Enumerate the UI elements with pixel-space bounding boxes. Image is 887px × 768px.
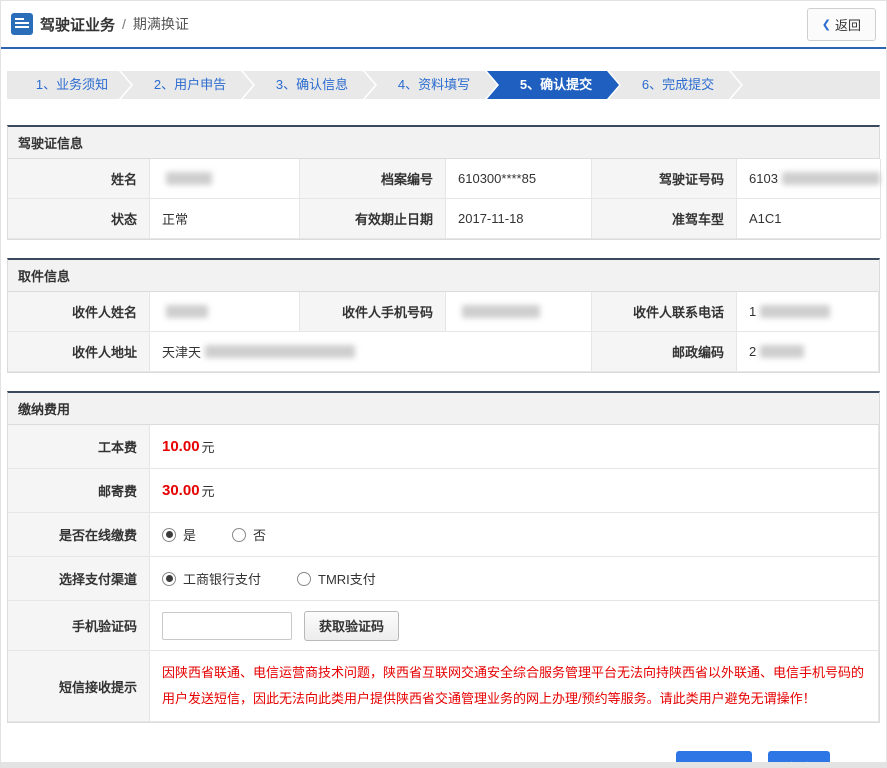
recipient-name-label: 收件人姓名 <box>8 292 150 332</box>
recipient-phone-label: 收件人联系电话 <box>592 292 737 332</box>
file-number-value: 610300****85 <box>446 159 592 199</box>
back-button[interactable]: ❮ 返回 <box>806 7 876 41</box>
radio-label: 工商银行支付 <box>183 572 262 587</box>
sms-code-row: 获取验证码 <box>150 601 879 651</box>
name-label: 姓名 <box>8 159 150 199</box>
sms-tip-label: 短信接收提示 <box>8 651 150 722</box>
radio-channel-icbc[interactable]: 工商银行支付 <box>162 569 261 588</box>
cost-fee-value: 10.00 元 <box>150 425 879 469</box>
page-header: 驾驶证业务 / 期满换证 ❮ 返回 <box>1 1 886 49</box>
online-pay-options: 是 否 <box>150 513 879 557</box>
back-label: 返回 <box>834 17 861 33</box>
radio-channel-tmri[interactable]: TMRI支付 <box>297 569 376 588</box>
file-number-label: 档案编号 <box>300 159 446 199</box>
step-bar-filler <box>731 71 880 99</box>
redacted-value <box>760 345 805 358</box>
sms-code-label: 手机验证码 <box>8 601 150 651</box>
radio-label: 否 <box>253 528 267 543</box>
fees-section: 缴纳费用 工本费 10.00 元 邮寄费 30.00 元 是否在线缴费 是 否 … <box>7 391 880 723</box>
license-table: 姓名 档案编号 610300****85 驾驶证号码 6103 状态 正常 有效… <box>7 159 881 240</box>
step-2-declare[interactable]: 2、用户申告 <box>121 71 253 99</box>
recipient-mobile-label: 收件人手机号码 <box>300 292 446 332</box>
radio-icon <box>297 571 312 586</box>
get-sms-code-button[interactable]: 获取验证码 <box>304 610 400 641</box>
status-value: 正常 <box>150 199 300 239</box>
breadcrumb-separator: / <box>122 16 126 32</box>
sms-tip-text: 因陕西省联通、电信运营商技术问题，陕西省互联网交通安全综合服务管理平台无法向持陕… <box>150 651 879 722</box>
recipient-mobile-value <box>446 292 592 332</box>
back-arrow-icon: ❮ <box>821 18 831 31</box>
fees-section-title: 缴纳费用 <box>7 391 880 425</box>
step-6-done[interactable]: 6、完成提交 <box>609 71 741 99</box>
redacted-value <box>166 172 212 185</box>
recipient-phone-value: 1 <box>737 292 879 332</box>
postage-fee-value: 30.00 元 <box>150 469 879 513</box>
vehicle-class-value: A1C1 <box>737 199 881 239</box>
name-value <box>150 159 300 199</box>
radio-online-yes[interactable]: 是 <box>162 525 196 544</box>
radio-label: 是 <box>183 528 197 543</box>
redacted-value <box>781 172 880 185</box>
vehicle-class-label: 准驾车型 <box>592 199 737 239</box>
license-info-section: 驾驶证信息 姓名 档案编号 610300****85 驾驶证号码 6103 状态… <box>7 125 881 240</box>
zip-code-label: 邮政编码 <box>592 332 737 372</box>
pay-channel-options: 工商银行支付 TMRI支付 <box>150 557 879 601</box>
radio-icon <box>162 571 176 586</box>
breadcrumb-business: 驾驶证业务 <box>40 16 116 34</box>
redacted-value <box>462 305 540 318</box>
license-number-value: 6103 <box>737 159 881 199</box>
breadcrumb: 驾驶证业务 / 期满换证 <box>11 13 189 35</box>
zip-code-value: 2 <box>737 332 879 372</box>
redacted-value <box>166 305 208 318</box>
recipient-name-value <box>150 292 300 332</box>
step-3-confirm-info[interactable]: 3、确认信息 <box>243 71 375 99</box>
breadcrumb-page: 期满换证 <box>132 16 189 32</box>
radio-online-no[interactable]: 否 <box>232 525 266 544</box>
radio-icon <box>162 527 176 542</box>
sms-code-input[interactable] <box>162 611 292 640</box>
redacted-value <box>760 305 831 318</box>
status-label: 状态 <box>8 199 150 239</box>
pickup-section-title: 取件信息 <box>7 258 880 292</box>
recipient-address-label: 收件人地址 <box>8 332 150 372</box>
redacted-value <box>205 345 356 358</box>
online-pay-label: 是否在线缴费 <box>8 513 150 557</box>
cost-fee-label: 工本费 <box>8 425 150 469</box>
business-doc-icon <box>11 13 33 35</box>
step-4-fill-data[interactable]: 4、资料填写 <box>365 71 497 99</box>
recipient-address-value: 天津天 <box>150 332 592 372</box>
page: 驾驶证业务 / 期满换证 ❮ 返回 1、业务须知 2、用户申告 3、确认信息 4… <box>0 0 887 768</box>
radio-label: TMRI支付 <box>318 572 376 587</box>
radio-icon <box>232 527 247 542</box>
license-section-title: 驾驶证信息 <box>7 125 880 159</box>
pay-channel-label: 选择支付渠道 <box>8 557 150 601</box>
bottom-divider <box>1 762 886 767</box>
license-number-label: 驾驶证号码 <box>592 159 737 199</box>
expiry-date-value: 2017-11-18 <box>446 199 592 239</box>
pickup-info-section: 取件信息 收件人姓名 收件人手机号码 收件人联系电话 1 收件人地址 天津天 邮… <box>7 258 880 373</box>
expiry-date-label: 有效期止日期 <box>300 199 446 239</box>
step-wizard: 1、业务须知 2、用户申告 3、确认信息 4、资料填写 5、确认提交 6、完成提… <box>7 71 880 99</box>
fees-table: 工本费 10.00 元 邮寄费 30.00 元 是否在线缴费 是 否 选择支付渠… <box>7 425 880 723</box>
pickup-table: 收件人姓名 收件人手机号码 收件人联系电话 1 收件人地址 天津天 邮政编码 2 <box>7 292 880 373</box>
step-1-notice[interactable]: 1、业务须知 <box>7 71 131 99</box>
postage-fee-label: 邮寄费 <box>8 469 150 513</box>
step-5-confirm-submit[interactable]: 5、确认提交 <box>487 71 619 99</box>
